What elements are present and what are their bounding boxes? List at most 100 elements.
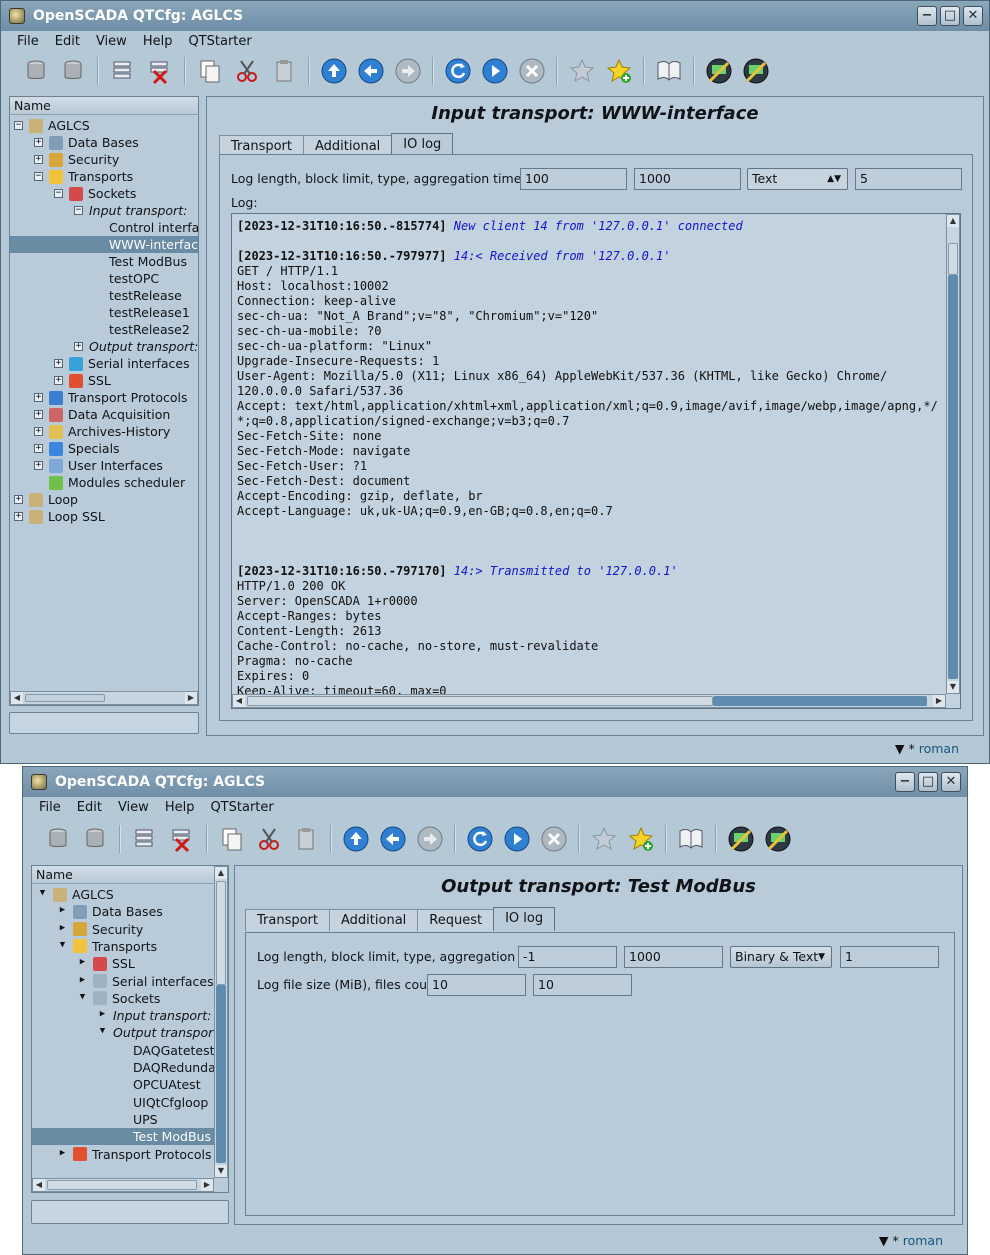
log-hscrollbar[interactable]: ◀ ▶	[232, 694, 946, 708]
expand-toggle-icon[interactable]: ▼	[38, 889, 47, 899]
tree-item[interactable]: ▶ Security	[32, 921, 144, 938]
minimize-button[interactable]: −	[895, 772, 915, 792]
tree-item[interactable]: Control interfa	[10, 219, 198, 236]
log-file-size-input[interactable]: 10	[427, 974, 526, 996]
tree-item[interactable]: + Archives-History	[10, 423, 170, 440]
log-type-select[interactable]: Text ▲▼	[747, 168, 848, 190]
expand-toggle-icon[interactable]: +	[34, 461, 43, 470]
stop-button[interactable]	[539, 824, 569, 854]
tree-hscrollbar[interactable]: ◀ ▶	[10, 691, 198, 705]
menu-qtstarter[interactable]: QTStarter	[180, 34, 259, 49]
tree-item[interactable]: Test ModBus	[32, 1128, 228, 1146]
stop-button[interactable]	[517, 56, 547, 86]
tree-item[interactable]: ▶ Input transport:	[32, 1007, 212, 1024]
menu-help[interactable]: Help	[135, 34, 181, 49]
favorites-button[interactable]	[589, 824, 619, 854]
favorites-button[interactable]	[567, 56, 597, 86]
cut-button[interactable]	[254, 824, 284, 854]
reload-button[interactable]	[465, 824, 495, 854]
add-item-button[interactable]	[108, 56, 138, 86]
delete-item-button[interactable]	[167, 824, 197, 854]
station-config-button[interactable]	[741, 56, 771, 86]
db-load-button[interactable]	[21, 56, 51, 86]
expand-toggle-icon[interactable]: −	[54, 189, 63, 198]
tree-item[interactable]: UIQtCfgloop	[32, 1094, 208, 1111]
forward-button[interactable]	[393, 56, 423, 86]
tree-item[interactable]: + User Interfaces	[10, 457, 163, 474]
scroll-thumb[interactable]	[247, 696, 713, 706]
expand-toggle-icon[interactable]: ▶	[58, 923, 67, 934]
tree-item[interactable]: + Security	[10, 151, 119, 168]
tree-item[interactable]: ▼ Sockets	[32, 990, 161, 1007]
tree-item[interactable]: testRelease1	[10, 304, 190, 321]
paste-button[interactable]	[291, 824, 321, 854]
menu-file[interactable]: File	[31, 800, 69, 815]
reload-button[interactable]	[443, 56, 473, 86]
log-length-input[interactable]: -1	[518, 946, 617, 968]
navigation-tree[interactable]: Name − AGLCS + Data Bases + Security − Transpor…	[9, 96, 199, 706]
scroll-thumb[interactable]	[25, 694, 105, 702]
expand-toggle-icon[interactable]: ▶	[98, 1010, 107, 1020]
expand-toggle-icon[interactable]: +	[54, 376, 63, 385]
expand-toggle-icon[interactable]: +	[34, 410, 43, 419]
tree-item[interactable]: DAQGatetestlo	[32, 1042, 226, 1059]
expand-toggle-icon[interactable]: +	[54, 359, 63, 368]
tree-item[interactable]: testRelease2	[10, 321, 190, 338]
scroll-thumb[interactable]	[948, 243, 958, 275]
maximize-button[interactable]: □	[918, 772, 938, 792]
title-bar[interactable]: OpenSCADA QTCfg: AGLCS − □ ✕	[23, 767, 967, 797]
close-button[interactable]: ✕	[941, 772, 961, 792]
tree-item[interactable]: ▶ Data Bases	[32, 903, 163, 920]
scroll-right-arrow[interactable]: ▶	[933, 695, 945, 707]
tree-item[interactable]: Test ModBus	[10, 253, 187, 270]
tree-item[interactable]: − Transports	[10, 168, 133, 185]
db-load-button[interactable]	[43, 824, 73, 854]
tree-hscrollbar[interactable]: ◀ ▶	[32, 1178, 214, 1192]
back-button[interactable]	[356, 56, 386, 86]
block-limit-input[interactable]: 1000	[624, 946, 723, 968]
up-button[interactable]	[319, 56, 349, 86]
tab-additional[interactable]: Additional	[329, 909, 419, 931]
expand-toggle-icon[interactable]: −	[74, 206, 83, 215]
manual-button[interactable]	[676, 824, 706, 854]
tree-item[interactable]: ▼ Output transport:	[32, 1024, 223, 1041]
db-save-button[interactable]	[80, 824, 110, 854]
tree-item[interactable]: + Data Acquisition	[10, 406, 170, 423]
expand-toggle-icon[interactable]: ▼	[98, 1027, 107, 1037]
db-save-button[interactable]	[58, 56, 88, 86]
status-user[interactable]: ▼ * roman	[895, 741, 959, 756]
expand-toggle-icon[interactable]: +	[14, 512, 23, 521]
forward-button[interactable]	[415, 824, 445, 854]
add-favorite-button[interactable]	[626, 824, 656, 854]
paste-button[interactable]	[269, 56, 299, 86]
expand-toggle-icon[interactable]: ▼	[78, 992, 87, 1003]
cut-button[interactable]	[232, 56, 262, 86]
expand-toggle-icon[interactable]: +	[14, 495, 23, 504]
scroll-right-arrow[interactable]: ▶	[201, 1179, 213, 1191]
tree-item[interactable]: ▶ Transport Protocols	[32, 1146, 212, 1163]
menu-qtstarter[interactable]: QTStarter	[202, 800, 281, 815]
expand-toggle-icon[interactable]: ▶	[58, 906, 67, 916]
scroll-down-arrow[interactable]: ▼	[215, 1165, 227, 1177]
tree-item[interactable]: testOPC	[10, 270, 159, 287]
log-vscrollbar[interactable]: ▲ ▼	[946, 214, 960, 694]
block-limit-input[interactable]: 1000	[634, 168, 741, 190]
expand-toggle-icon[interactable]: +	[34, 427, 43, 436]
menu-edit[interactable]: Edit	[47, 34, 88, 49]
tree-item[interactable]: ▶ SSL	[32, 955, 135, 972]
station-config-button[interactable]	[763, 824, 793, 854]
tree-item[interactable]: + SSL	[10, 372, 111, 389]
copy-button[interactable]	[217, 824, 247, 854]
scroll-thumb[interactable]	[47, 1180, 197, 1190]
back-button[interactable]	[378, 824, 408, 854]
close-button[interactable]: ✕	[963, 6, 983, 26]
tree-item[interactable]: + Serial interfaces	[10, 355, 190, 372]
tab-transport[interactable]: Transport	[245, 909, 331, 931]
delete-item-button[interactable]	[145, 56, 175, 86]
scroll-up-arrow[interactable]: ▲	[947, 215, 959, 227]
maximize-button[interactable]: □	[940, 6, 960, 26]
expand-toggle-icon[interactable]: ▶	[78, 975, 87, 986]
tree-item[interactable]: UPS	[32, 1111, 158, 1128]
expand-toggle-icon[interactable]: +	[34, 393, 43, 402]
tree-item[interactable]: testRelease	[10, 287, 182, 304]
